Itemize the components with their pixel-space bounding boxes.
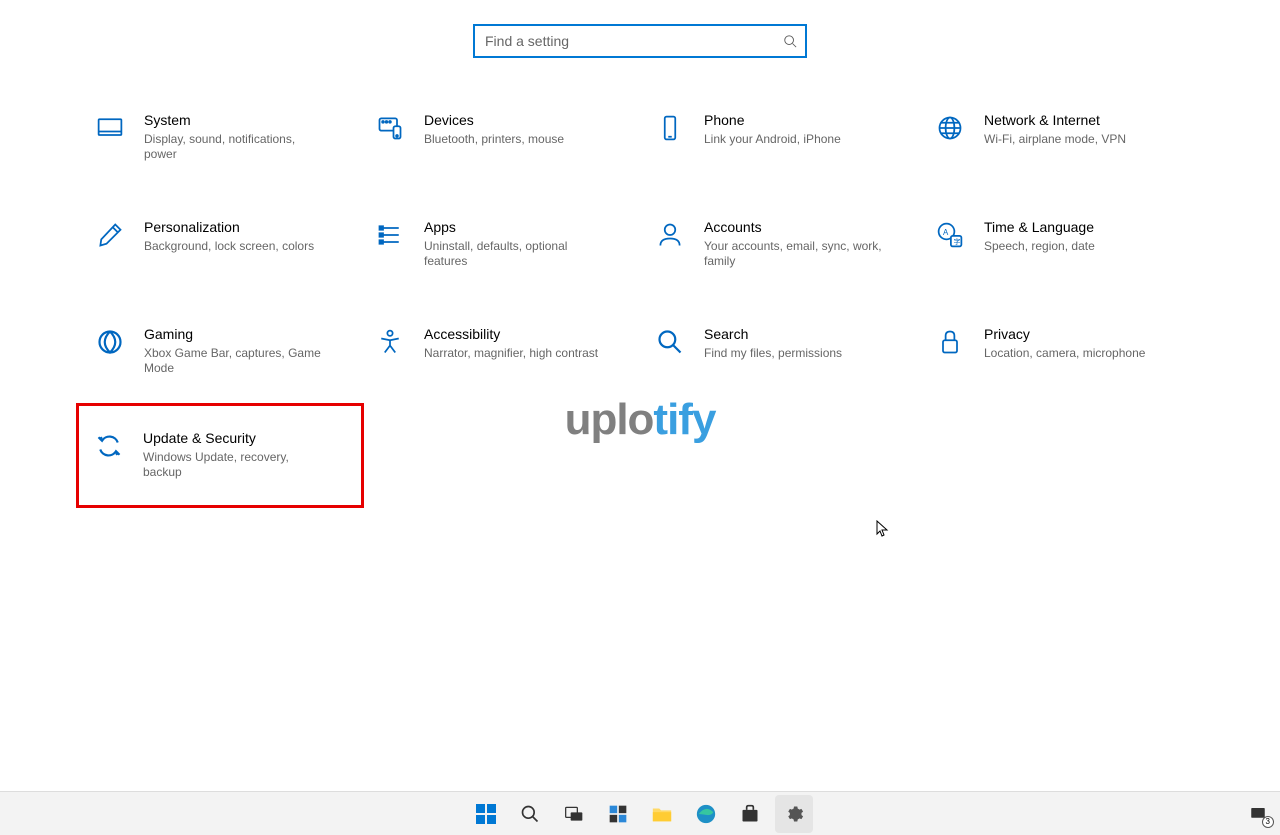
tile-desc: Uninstall, defaults, optional features: [424, 239, 604, 270]
taskbar-widgets-button[interactable]: [599, 795, 637, 833]
tile-desc: Your accounts, email, sync, work, family: [704, 239, 884, 270]
search-input[interactable]: [475, 33, 775, 49]
tile-desc: Speech, region, date: [984, 239, 1095, 255]
tile-desc: Find my files, permissions: [704, 346, 842, 362]
taskbar-store-button[interactable]: [731, 795, 769, 833]
privacy-icon: [934, 326, 966, 358]
cursor-icon: [876, 520, 890, 538]
tile-desc: Xbox Game Bar, captures, Game Mode: [144, 346, 324, 377]
network-icon: [934, 112, 966, 144]
svg-text:字: 字: [954, 237, 961, 246]
tile-desc: Display, sound, notifications, power: [144, 132, 324, 163]
tile-title: Time & Language: [984, 219, 1095, 236]
tile-title: Phone: [704, 112, 841, 129]
settings-tile-time-language[interactable]: A字 Time & Language Speech, region, date: [930, 215, 1190, 274]
tile-title: Search: [704, 326, 842, 343]
taskbar-edge-button[interactable]: [687, 795, 725, 833]
search-icon: [654, 326, 686, 358]
devices-icon: [374, 112, 406, 144]
settings-tile-update-security[interactable]: Update & Security Windows Update, recover…: [76, 403, 364, 508]
accessibility-icon: [374, 326, 406, 358]
personalization-icon: [94, 219, 126, 251]
apps-icon: [374, 219, 406, 251]
tile-desc: Narrator, magnifier, high contrast: [424, 346, 598, 362]
tile-title: Network & Internet: [984, 112, 1126, 129]
tile-title: Personalization: [144, 219, 314, 236]
tile-title: Accessibility: [424, 326, 598, 343]
tile-title: Update & Security: [143, 430, 323, 447]
tile-title: System: [144, 112, 324, 129]
tile-title: Accounts: [704, 219, 884, 236]
tile-desc: Link your Android, iPhone: [704, 132, 841, 148]
time-language-icon: A字: [934, 219, 966, 251]
settings-tile-network[interactable]: Network & Internet Wi-Fi, airplane mode, …: [930, 108, 1190, 167]
tile-title: Privacy: [984, 326, 1145, 343]
taskbar-start-button[interactable]: [467, 795, 505, 833]
notification-tray-icon[interactable]: 3: [1246, 802, 1270, 826]
tile-desc: Wi-Fi, airplane mode, VPN: [984, 132, 1126, 148]
settings-tile-system[interactable]: System Display, sound, notifications, pow…: [90, 108, 350, 167]
update-security-icon: [93, 430, 125, 462]
tile-title: Devices: [424, 112, 564, 129]
tile-title: Apps: [424, 219, 604, 236]
search-icon[interactable]: [775, 34, 805, 48]
tile-desc: Location, camera, microphone: [984, 346, 1145, 362]
tile-title: Gaming: [144, 326, 324, 343]
settings-tile-accounts[interactable]: Accounts Your accounts, email, sync, work…: [650, 215, 910, 274]
tile-desc: Background, lock screen, colors: [144, 239, 314, 255]
taskbar-explorer-button[interactable]: [643, 795, 681, 833]
tile-desc: Windows Update, recovery, backup: [143, 450, 323, 481]
taskbar-taskview-button[interactable]: [555, 795, 593, 833]
tile-desc: Bluetooth, printers, mouse: [424, 132, 564, 148]
settings-tile-personalization[interactable]: Personalization Background, lock screen, …: [90, 215, 350, 274]
settings-tile-accessibility[interactable]: Accessibility Narrator, magnifier, high c…: [370, 322, 630, 381]
svg-text:A: A: [943, 228, 949, 237]
phone-icon: [654, 112, 686, 144]
gaming-icon: [94, 326, 126, 358]
notification-badge: 3: [1262, 816, 1274, 828]
settings-tile-apps[interactable]: Apps Uninstall, defaults, optional featur…: [370, 215, 630, 274]
taskbar-search-button[interactable]: [511, 795, 549, 833]
taskbar-settings-button[interactable]: [775, 795, 813, 833]
search-box[interactable]: [473, 24, 807, 58]
accounts-icon: [654, 219, 686, 251]
settings-tile-gaming[interactable]: Gaming Xbox Game Bar, captures, Game Mode: [90, 322, 350, 381]
settings-tile-phone[interactable]: Phone Link your Android, iPhone: [650, 108, 910, 167]
settings-tile-devices[interactable]: Devices Bluetooth, printers, mouse: [370, 108, 630, 167]
taskbar: 3: [0, 791, 1280, 835]
system-icon: [94, 112, 126, 144]
settings-tile-search[interactable]: Search Find my files, permissions: [650, 322, 910, 381]
settings-tile-privacy[interactable]: Privacy Location, camera, microphone: [930, 322, 1190, 381]
